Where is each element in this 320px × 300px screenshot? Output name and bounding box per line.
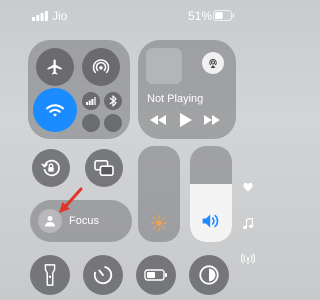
album-art-placeholder	[146, 48, 182, 84]
airplane-mode-button[interactable]	[36, 48, 74, 86]
airplay-icon	[209, 58, 217, 68]
dark-mode-button[interactable]	[189, 255, 229, 295]
rotation-lock-button[interactable]	[32, 149, 70, 187]
connectivity-extra-button-1[interactable]	[82, 114, 100, 132]
next-track-icon	[204, 115, 220, 125]
cellular-data-icon	[86, 97, 96, 105]
timer-icon	[93, 265, 113, 285]
flashlight-button[interactable]	[30, 255, 70, 295]
person-icon	[45, 216, 55, 227]
previous-track-button[interactable]	[150, 115, 166, 125]
flashlight-icon	[44, 264, 56, 286]
airdrop-icon	[92, 59, 110, 74]
airdrop-button[interactable]	[82, 48, 120, 86]
signal-bars-icon	[32, 11, 48, 21]
speaker-icon	[201, 212, 221, 230]
wifi-button[interactable]	[33, 88, 77, 132]
heart-icon	[243, 183, 253, 192]
media-status: Not Playing	[147, 93, 204, 105]
previous-track-icon	[150, 115, 166, 125]
next-track-button[interactable]	[204, 115, 220, 125]
play-icon	[180, 113, 192, 127]
rotation-lock-icon	[41, 159, 60, 177]
low-power-mode-button[interactable]	[136, 255, 176, 295]
status-bar: Jio 51%	[0, 0, 263, 30]
music-note-icon	[243, 218, 253, 230]
annotation-arrow	[55, 186, 85, 216]
bluetooth-button[interactable]	[104, 92, 122, 110]
dark-mode-icon	[199, 265, 219, 285]
cellular-data-button[interactable]	[82, 92, 100, 110]
sun-icon	[150, 214, 168, 232]
play-button[interactable]	[180, 113, 192, 127]
screen-mirroring-button[interactable]	[85, 149, 123, 187]
antenna-icon	[241, 253, 255, 265]
screen-mirroring-icon	[94, 159, 114, 177]
carrier-name: Jio	[52, 9, 68, 23]
bluetooth-icon	[109, 95, 117, 107]
airplane-icon	[47, 59, 62, 75]
airplay-button[interactable]	[202, 52, 224, 74]
wifi-icon	[46, 104, 64, 117]
connectivity-extra-button-2[interactable]	[104, 114, 122, 132]
battery-mode-icon	[144, 269, 167, 281]
focus-label: Focus	[69, 215, 99, 227]
battery-percentage: 51%	[188, 9, 213, 23]
timer-button[interactable]	[83, 255, 123, 295]
battery-icon	[213, 10, 235, 21]
